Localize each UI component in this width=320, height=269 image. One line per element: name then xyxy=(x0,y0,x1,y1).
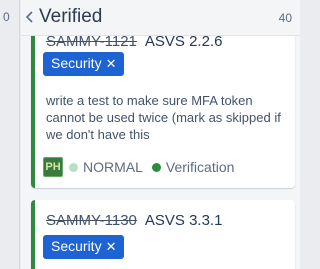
ticket-reference: ASVS 3.3.1 xyxy=(144,212,223,229)
chevron-left-icon[interactable] xyxy=(25,10,35,24)
ticket-meta: PH NORMAL Verification xyxy=(43,156,243,178)
previous-column-count: 0 xyxy=(3,10,10,24)
ticket-card[interactable]: SAMMY-1130 ASVS 3.3.1 Security ✕ xyxy=(31,200,295,269)
close-icon[interactable]: ✕ xyxy=(106,56,117,71)
status-indicator: Verification xyxy=(151,159,235,175)
previous-column[interactable]: 0 xyxy=(0,0,20,269)
security-tag[interactable]: Security ✕ xyxy=(43,235,125,259)
column-verified: SAMMY-1121 ASVS 2.2.6 Security ✕ write a t… xyxy=(21,0,300,269)
ticket-header: SAMMY-1130 ASVS 3.3.1 xyxy=(46,212,222,229)
column-count: 40 xyxy=(278,11,292,25)
kanban-board: 0 SAMMY-1121 ASVS 2.2.6 Security ✕ write a… xyxy=(0,0,300,269)
close-icon[interactable]: ✕ xyxy=(106,239,117,254)
priority-dot xyxy=(69,162,78,172)
tag-label: Security xyxy=(51,55,102,71)
avatar[interactable]: PH xyxy=(43,157,63,177)
status-dot xyxy=(151,162,161,172)
ticket-key[interactable]: SAMMY-1130 xyxy=(46,212,137,229)
column-title: Verified xyxy=(39,6,103,27)
tag-label: Security xyxy=(51,238,102,254)
ticket-card[interactable]: SAMMY-1121 ASVS 2.2.6 Security ✕ write a t… xyxy=(31,18,295,188)
status-label: Verification xyxy=(165,159,235,175)
priority-label: NORMAL xyxy=(83,159,143,175)
ticket-summary: write a test to make sure MFA token cann… xyxy=(46,93,281,142)
column-header: Verified 40 xyxy=(21,0,300,36)
security-tag[interactable]: Security ✕ xyxy=(43,52,125,76)
priority-indicator: NORMAL xyxy=(69,159,143,175)
